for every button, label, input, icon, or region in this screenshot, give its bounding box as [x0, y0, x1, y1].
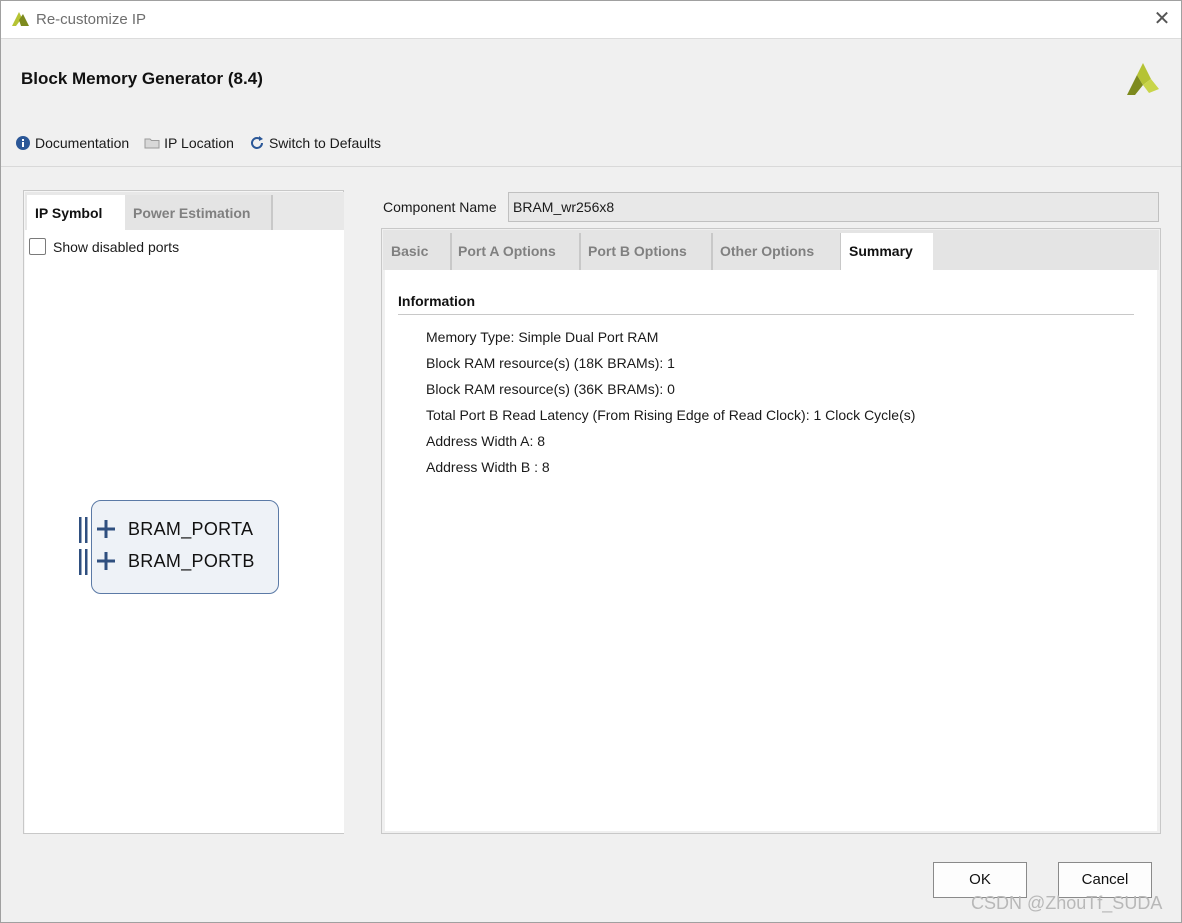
tab-summary[interactable]: Summary — [841, 233, 933, 270]
info-address-width-b: Address Width B : 8 — [426, 459, 550, 475]
folder-icon — [144, 138, 160, 149]
bus-port-icon — [79, 549, 88, 575]
port-bram-porta[interactable]: BRAM_PORTA — [79, 515, 280, 543]
page-title: Block Memory Generator (8.4) — [21, 69, 263, 88]
ip-location-label: IP Location — [164, 135, 234, 151]
section-title: Information — [398, 293, 475, 309]
info-bram-18k: Block RAM resource(s) (18K BRAMs): 1 — [426, 355, 675, 371]
tab-power-estimation[interactable]: Power Estimation — [125, 195, 273, 231]
config-tab-bar: Basic Port A Options Port B Options Othe… — [383, 230, 1159, 270]
watermark: CSDN @ZhouTf_SUDA — [971, 893, 1163, 913]
info-icon — [16, 136, 30, 150]
show-disabled-ports-checkbox[interactable] — [29, 238, 46, 255]
section-divider — [398, 314, 1134, 315]
port-label: BRAM_PORTB — [128, 551, 255, 571]
tab-port-a-options[interactable]: Port A Options — [450, 233, 581, 270]
bus-port-icon — [79, 517, 88, 543]
refresh-icon — [250, 136, 263, 149]
window-title: Re-customize IP — [36, 11, 147, 28]
dialog-window: Re-customize IP ✕ Block Memory Generator… — [0, 0, 1182, 923]
summary-view: Information Memory Type: Simple Dual Por… — [385, 270, 1157, 831]
port-bram-portb[interactable]: BRAM_PORTB — [79, 547, 280, 575]
show-disabled-ports-row[interactable]: Show disabled ports — [29, 238, 179, 255]
left-tab-bar: IP Symbol Power Estimation — [25, 192, 344, 231]
expand-plus-icon[interactable] — [96, 549, 116, 573]
header: Block Memory Generator (8.4) Documentati… — [1, 40, 1181, 167]
ip-symbol-view: Show disabled ports BRAM_PORTA BRAM_PORT… — [25, 230, 344, 833]
info-memory-type: Memory Type: Simple Dual Port RAM — [426, 329, 659, 345]
info-read-latency: Total Port B Read Latency (From Rising E… — [426, 407, 916, 423]
xilinx-logo — [1127, 63, 1159, 95]
show-disabled-ports-label: Show disabled ports — [53, 238, 180, 255]
component-name-field[interactable]: BRAM_wr256x8 — [508, 192, 1159, 222]
toolbar: Documentation IP Location Switch to Defa… — [15, 133, 396, 153]
expand-plus-icon[interactable] — [96, 517, 116, 541]
xilinx-vivado-icon — [12, 12, 29, 26]
ip-symbol-block: BRAM_PORTA BRAM_PORTB — [79, 500, 280, 594]
ip-location-button[interactable]: IP Location — [144, 135, 234, 151]
switch-to-defaults-button[interactable]: Switch to Defaults — [249, 135, 381, 151]
right-panel: Basic Port A Options Port B Options Othe… — [381, 228, 1161, 834]
tab-basic[interactable]: Basic — [383, 233, 452, 270]
info-list: Memory Type: Simple Dual Port RAM Block … — [426, 324, 915, 480]
title-bar: Re-customize IP ✕ — [1, 1, 1181, 39]
switch-to-defaults-label: Switch to Defaults — [268, 135, 382, 151]
close-icon[interactable]: ✕ — [1152, 8, 1172, 30]
port-label: BRAM_PORTA — [128, 519, 254, 539]
component-name-label: Component Name — [383, 199, 497, 215]
tab-ip-symbol[interactable]: IP Symbol — [27, 195, 125, 231]
tab-other-options[interactable]: Other Options — [712, 233, 842, 270]
info-address-width-a: Address Width A: 8 — [426, 433, 546, 449]
tab-port-b-options[interactable]: Port B Options — [580, 233, 713, 270]
left-panel: IP Symbol Power Estimation Show disabled… — [23, 190, 344, 834]
documentation-button[interactable]: Documentation — [15, 135, 129, 151]
info-bram-36k: Block RAM resource(s) (36K BRAMs): 0 — [426, 381, 675, 397]
documentation-label: Documentation — [35, 135, 130, 151]
